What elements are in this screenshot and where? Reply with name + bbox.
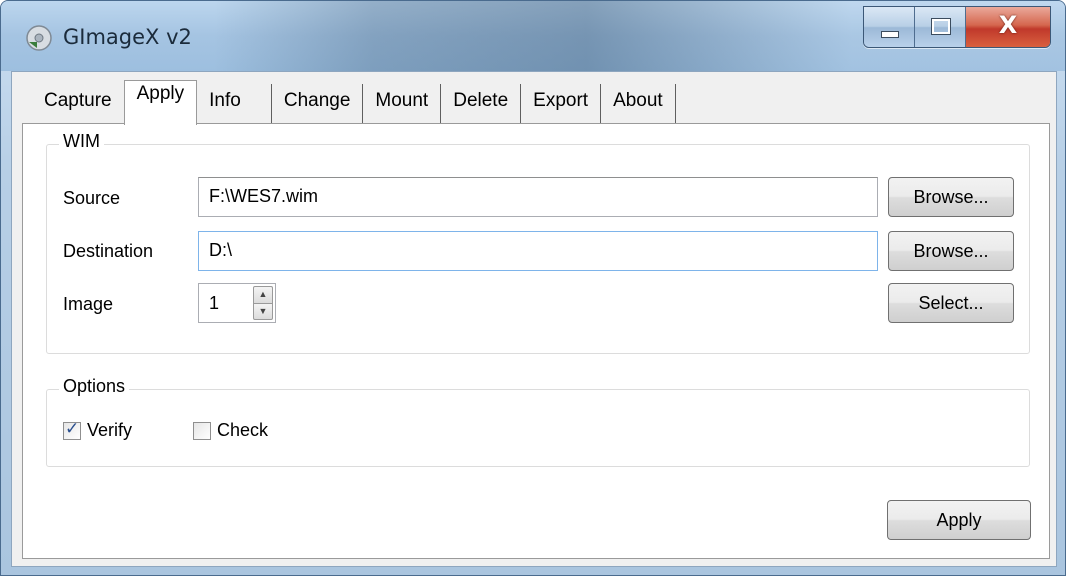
tab-about[interactable]: About: [601, 84, 676, 124]
tab-apply[interactable]: Apply: [123, 80, 198, 125]
tab-capture[interactable]: Capture: [30, 84, 124, 124]
stepper-down-icon[interactable]: ▼: [253, 302, 273, 320]
apply-tab-page: WIM Source F:\WES7.wim Browse... Destina…: [22, 123, 1050, 559]
maximize-button[interactable]: [915, 7, 966, 47]
browse-destination-button[interactable]: Browse...: [888, 231, 1014, 271]
tab-export[interactable]: Export: [521, 84, 602, 124]
destination-label: Destination: [63, 241, 154, 261]
close-icon: X: [998, 11, 1018, 39]
close-button[interactable]: X: [966, 7, 1050, 47]
check-label: Check: [217, 420, 269, 440]
title-bar[interactable]: GImageX v2 X: [1, 1, 1065, 71]
verify-label: Verify: [87, 420, 133, 440]
checkmark-icon: ✓: [65, 418, 80, 439]
wim-group-title: WIM: [59, 131, 104, 152]
tab-info[interactable]: Info: [197, 84, 272, 124]
tab-mount[interactable]: Mount: [363, 84, 442, 124]
browse-source-button[interactable]: Browse...: [888, 177, 1014, 217]
select-image-button[interactable]: Select...: [888, 283, 1014, 323]
tab-change[interactable]: Change: [271, 84, 364, 124]
options-group-title: Options: [59, 376, 130, 397]
options-group: Options ✓ Verify Check: [46, 376, 1030, 467]
image-index-value: 1: [209, 293, 220, 313]
stepper-buttons: ▲ ▼: [253, 286, 273, 320]
tab-strip: Capture Apply Info Change Mount Delete E…: [30, 80, 676, 125]
check-checkbox-box[interactable]: [193, 421, 211, 440]
minimize-icon: [881, 31, 899, 38]
image-index-stepper[interactable]: 1 ▲ ▼: [198, 283, 276, 323]
app-disc-icon: [26, 25, 52, 51]
client-area: Capture Apply Info Change Mount Delete E…: [11, 71, 1057, 567]
caption-buttons: X: [863, 6, 1051, 48]
stepper-up-icon[interactable]: ▲: [253, 286, 273, 303]
check-checkbox[interactable]: Check: [193, 420, 268, 441]
source-label: Source: [63, 188, 121, 208]
wim-group: WIM Source F:\WES7.wim Browse... Destina…: [46, 131, 1030, 354]
apply-button[interactable]: Apply: [887, 500, 1031, 540]
source-input[interactable]: F:\WES7.wim: [198, 177, 878, 217]
verify-checkbox[interactable]: ✓ Verify: [63, 418, 133, 441]
maximize-icon: [931, 18, 951, 35]
verify-checkbox-box[interactable]: ✓: [63, 418, 81, 440]
app-window: GImageX v2 X Capture Apply Info Change M…: [0, 0, 1066, 576]
image-label: Image: [63, 294, 114, 314]
minimize-button[interactable]: [864, 7, 915, 47]
destination-input[interactable]: D:\: [198, 231, 878, 271]
tab-delete[interactable]: Delete: [441, 84, 522, 124]
window-title: GImageX v2: [63, 25, 192, 49]
